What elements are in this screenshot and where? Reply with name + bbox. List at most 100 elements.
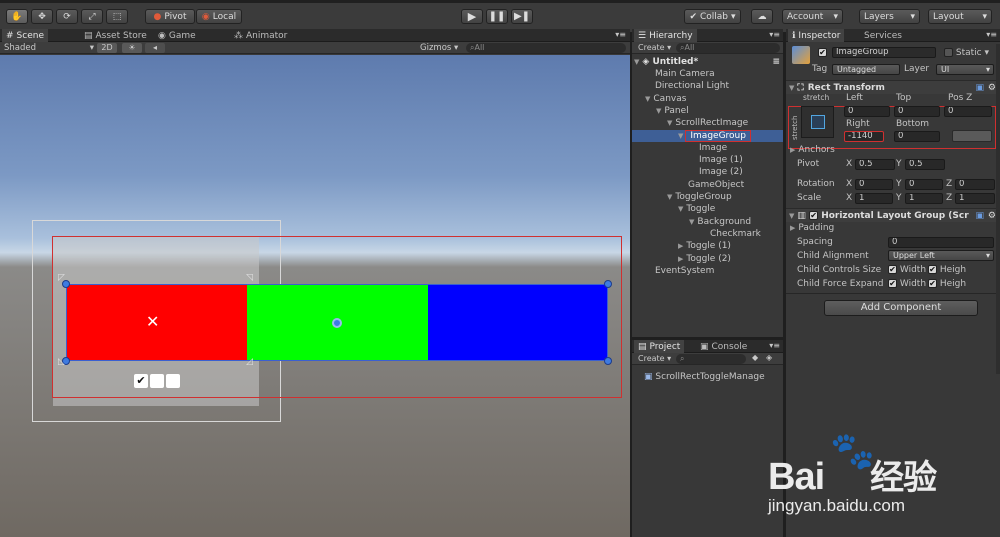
foldout-arrow-icon[interactable]: ▼ xyxy=(678,205,683,213)
panel-menu-icon[interactable]: ▾≡ xyxy=(769,30,780,39)
panel-menu-icon[interactable]: ▾≡ xyxy=(615,30,626,39)
shading-dropdown[interactable]: Shaded ▾ xyxy=(4,42,94,54)
tab-inspector[interactable]: ℹ Inspector xyxy=(788,29,845,42)
hierarchy-item[interactable]: ▼ ScrollRectImage xyxy=(632,117,783,129)
hierarchy-item[interactable]: EventSystem xyxy=(632,265,783,277)
foldout-arrow-icon[interactable]: ▶ xyxy=(678,255,683,263)
tag-dropdown[interactable]: Untagged xyxy=(832,64,900,75)
pivot-x-field[interactable]: 0.5 xyxy=(855,159,895,170)
foldout-arrow-icon[interactable]: ▼ xyxy=(645,95,650,103)
settings-gear-icon[interactable]: ⚙ xyxy=(988,81,996,95)
foldout-arrow-icon[interactable]: ▼ xyxy=(667,193,672,201)
rect-handle[interactable] xyxy=(604,357,612,365)
toggle-checkbox[interactable] xyxy=(166,374,180,388)
foldout-arrow-icon[interactable]: ▼ xyxy=(689,218,694,226)
inspector-scrollbar[interactable] xyxy=(996,44,1000,374)
pause-button[interactable]: ❚❚ xyxy=(486,9,508,24)
scene-search-input[interactable]: ⌕All xyxy=(466,43,626,53)
left-field[interactable]: 0 xyxy=(844,106,890,117)
scene-root-item[interactable]: ▼ ◈ Untitled* ≡ xyxy=(634,56,783,68)
project-asset-item[interactable]: ▣ ScrollRectToggleManage xyxy=(644,371,765,383)
toggle-checkbox[interactable] xyxy=(150,374,164,388)
layout-group-header[interactable]: ▼ ▥ ✔ Horizontal Layout Group (Scr ▣ ⚙ xyxy=(786,208,1000,222)
move-tool-button[interactable]: ✥ xyxy=(31,9,53,24)
tag-icon[interactable]: ◈ xyxy=(766,353,772,362)
foldout-arrow-icon[interactable]: ▶ xyxy=(678,242,683,250)
hierarchy-search-input[interactable]: ⌕All xyxy=(676,43,780,53)
layout-dropdown[interactable]: Layout ▾ xyxy=(928,9,992,24)
pivot-handle[interactable] xyxy=(332,318,342,328)
rotation-z-field[interactable]: 0 xyxy=(955,179,995,190)
rotate-tool-button[interactable]: ⟳ xyxy=(56,9,78,24)
foldout-arrow-icon[interactable]: ▼ xyxy=(656,107,661,115)
foldout-arrow-icon[interactable]: ▼ xyxy=(678,132,683,140)
toggle-2d-button[interactable]: 2D xyxy=(97,43,117,53)
hierarchy-item[interactable]: ▼ ToggleGroup xyxy=(632,191,783,203)
hierarchy-item[interactable]: ▼ Toggle xyxy=(632,203,783,215)
help-icon[interactable]: ▣ xyxy=(975,209,984,222)
rect-tool-button[interactable]: ⬚ xyxy=(106,9,128,24)
panel-menu-icon[interactable]: ▾≡ xyxy=(769,341,780,350)
tab-console[interactable]: ▣ Console xyxy=(696,340,751,353)
raw-edit-button[interactable] xyxy=(952,130,992,142)
layers-dropdown[interactable]: Layers ▾ xyxy=(859,9,920,24)
hierarchy-item[interactable]: ▼ Background xyxy=(632,216,783,228)
component-enabled-checkbox[interactable]: ✔ xyxy=(809,211,819,220)
add-component-button[interactable]: Add Component xyxy=(824,300,978,316)
hierarchy-create-dropdown[interactable]: Create ▾ xyxy=(638,42,671,54)
scene-viewport[interactable]: ✕ ◸ ◹ ◺ ◿ ✔ xyxy=(0,55,630,537)
hierarchy-item[interactable]: GameObject xyxy=(632,179,783,191)
object-name-field[interactable]: ImageGroup xyxy=(832,47,936,58)
tab-animator[interactable]: ⁂ Animator xyxy=(230,29,291,42)
lighting-button[interactable]: ☀ xyxy=(122,43,142,53)
account-dropdown[interactable]: Account ▾ xyxy=(782,9,843,24)
project-search-input[interactable]: ⌕ xyxy=(676,354,746,364)
hierarchy-item[interactable]: ▶ Toggle (1) xyxy=(632,240,783,252)
hierarchy-item[interactable]: ▼ ImageGroup xyxy=(632,129,783,142)
collab-dropdown[interactable]: ✔ Collab ▾ xyxy=(684,9,741,24)
tab-hierarchy[interactable]: ☰ Hierarchy xyxy=(634,29,697,42)
controls-height-toggle[interactable]: ✔ Heigh xyxy=(928,264,966,276)
local-toggle[interactable]: ◉ Local xyxy=(196,9,242,24)
spacing-field[interactable]: 0 xyxy=(888,237,994,248)
controls-width-toggle[interactable]: ✔ Width xyxy=(888,264,926,276)
posz-field[interactable]: 0 xyxy=(944,106,992,117)
settings-gear-icon[interactable]: ⚙ xyxy=(987,209,996,222)
padding-foldout[interactable]: ▶ Padding xyxy=(790,222,834,234)
foldout-arrow-icon[interactable]: ▼ xyxy=(667,119,672,127)
expand-height-toggle[interactable]: ✔ Heigh xyxy=(928,278,966,290)
hierarchy-item[interactable]: Main Camera xyxy=(632,68,783,80)
filter-icon[interactable]: ◆ xyxy=(752,353,758,362)
tab-project[interactable]: ▤ Project xyxy=(634,340,685,353)
hierarchy-item[interactable]: ▼ Canvas xyxy=(632,93,783,105)
pivot-toggle[interactable]: ● Pivot xyxy=(145,9,195,24)
hierarchy-item[interactable]: ▼ Panel xyxy=(632,105,783,117)
tab-asset-store[interactable]: ▤ Asset Store xyxy=(80,29,151,42)
scale-y-field[interactable]: 1 xyxy=(905,193,943,204)
rotation-y-field[interactable]: 0 xyxy=(905,179,943,190)
child-alignment-dropdown[interactable]: Upper Left ▾ xyxy=(888,250,994,261)
top-field[interactable]: 0 xyxy=(894,106,940,117)
scale-z-field[interactable]: 1 xyxy=(955,193,995,204)
project-create-dropdown[interactable]: Create ▾ xyxy=(638,353,671,365)
hierarchy-item[interactable]: Directional Light xyxy=(632,80,783,92)
tab-game[interactable]: ◉ Game xyxy=(154,29,200,42)
bottom-field[interactable]: 0 xyxy=(894,131,940,142)
cloud-button[interactable]: ☁ xyxy=(751,9,773,24)
tab-services[interactable]: Services xyxy=(860,29,906,42)
expand-width-toggle[interactable]: ✔ Width xyxy=(888,278,926,290)
rect-handle[interactable] xyxy=(604,280,612,288)
pivot-y-field[interactable]: 0.5 xyxy=(905,159,945,170)
audio-button[interactable]: ◂ xyxy=(145,43,165,53)
gizmos-dropdown[interactable]: Gizmos ▾ xyxy=(420,42,464,54)
hierarchy-item[interactable]: Image xyxy=(632,142,783,154)
rotation-x-field[interactable]: 0 xyxy=(855,179,893,190)
hand-tool-button[interactable]: ✋ xyxy=(6,9,28,24)
right-field[interactable]: -1140 xyxy=(844,131,884,142)
hierarchy-item[interactable]: Image (2) xyxy=(632,166,783,178)
help-icon[interactable]: ▣ xyxy=(975,81,984,95)
hierarchy-item[interactable]: Checkmark xyxy=(632,228,783,240)
step-button[interactable]: ▶❚ xyxy=(511,9,533,24)
hierarchy-item[interactable]: ▶ Toggle (2) xyxy=(632,253,783,265)
toggle-checkbox[interactable]: ✔ xyxy=(134,374,148,388)
